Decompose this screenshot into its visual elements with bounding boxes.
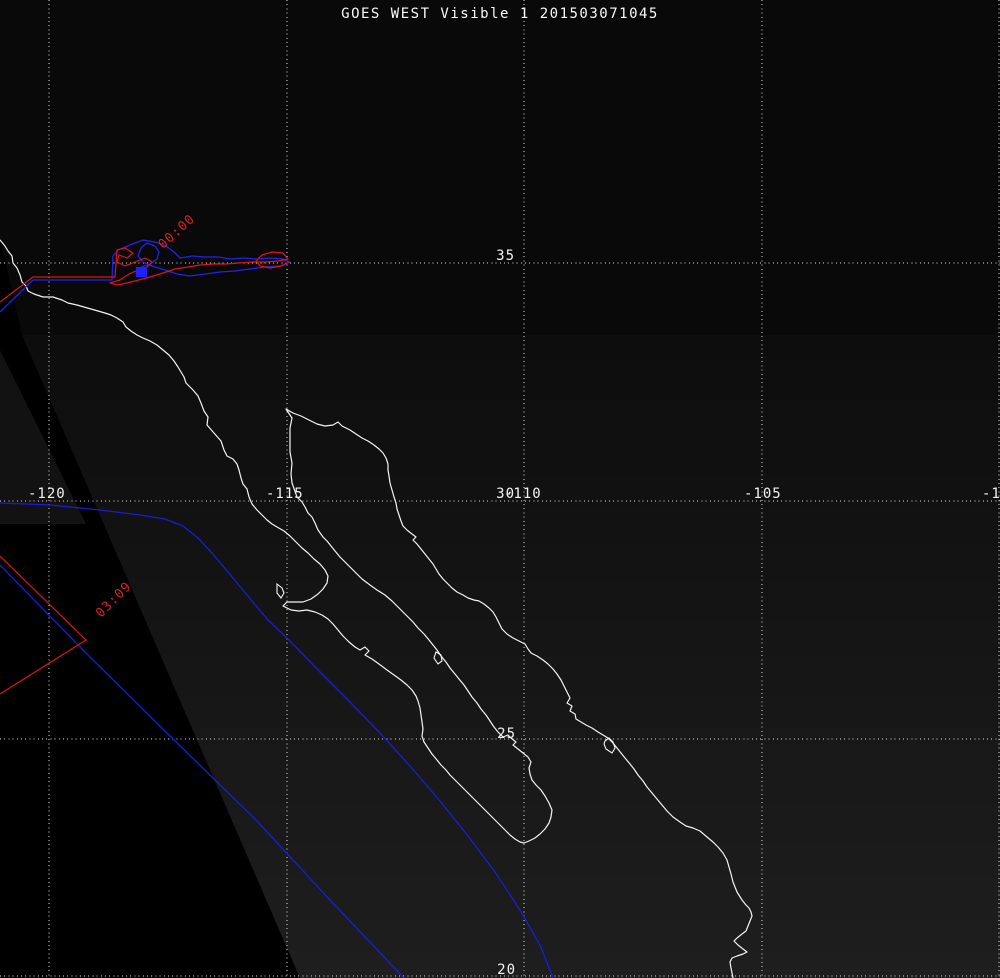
- latitude-label: 35: [496, 249, 515, 263]
- limb-shading: [0, 238, 1000, 978]
- longitude-label: -105: [744, 487, 782, 501]
- longitude-label: -120: [28, 487, 66, 501]
- satellite-display: GOES WEST Visible 1 201503071045 3530252…: [0, 0, 1000, 978]
- latitude-label: 25: [497, 727, 516, 741]
- position-marker-square: [136, 267, 147, 277]
- longitude-label: -115: [266, 487, 304, 501]
- latitude-label: 20: [497, 963, 516, 977]
- longitude-label: -110: [504, 487, 542, 501]
- image-title: GOES WEST Visible 1 201503071045: [0, 6, 1000, 22]
- longitude-label: -1: [982, 487, 1000, 501]
